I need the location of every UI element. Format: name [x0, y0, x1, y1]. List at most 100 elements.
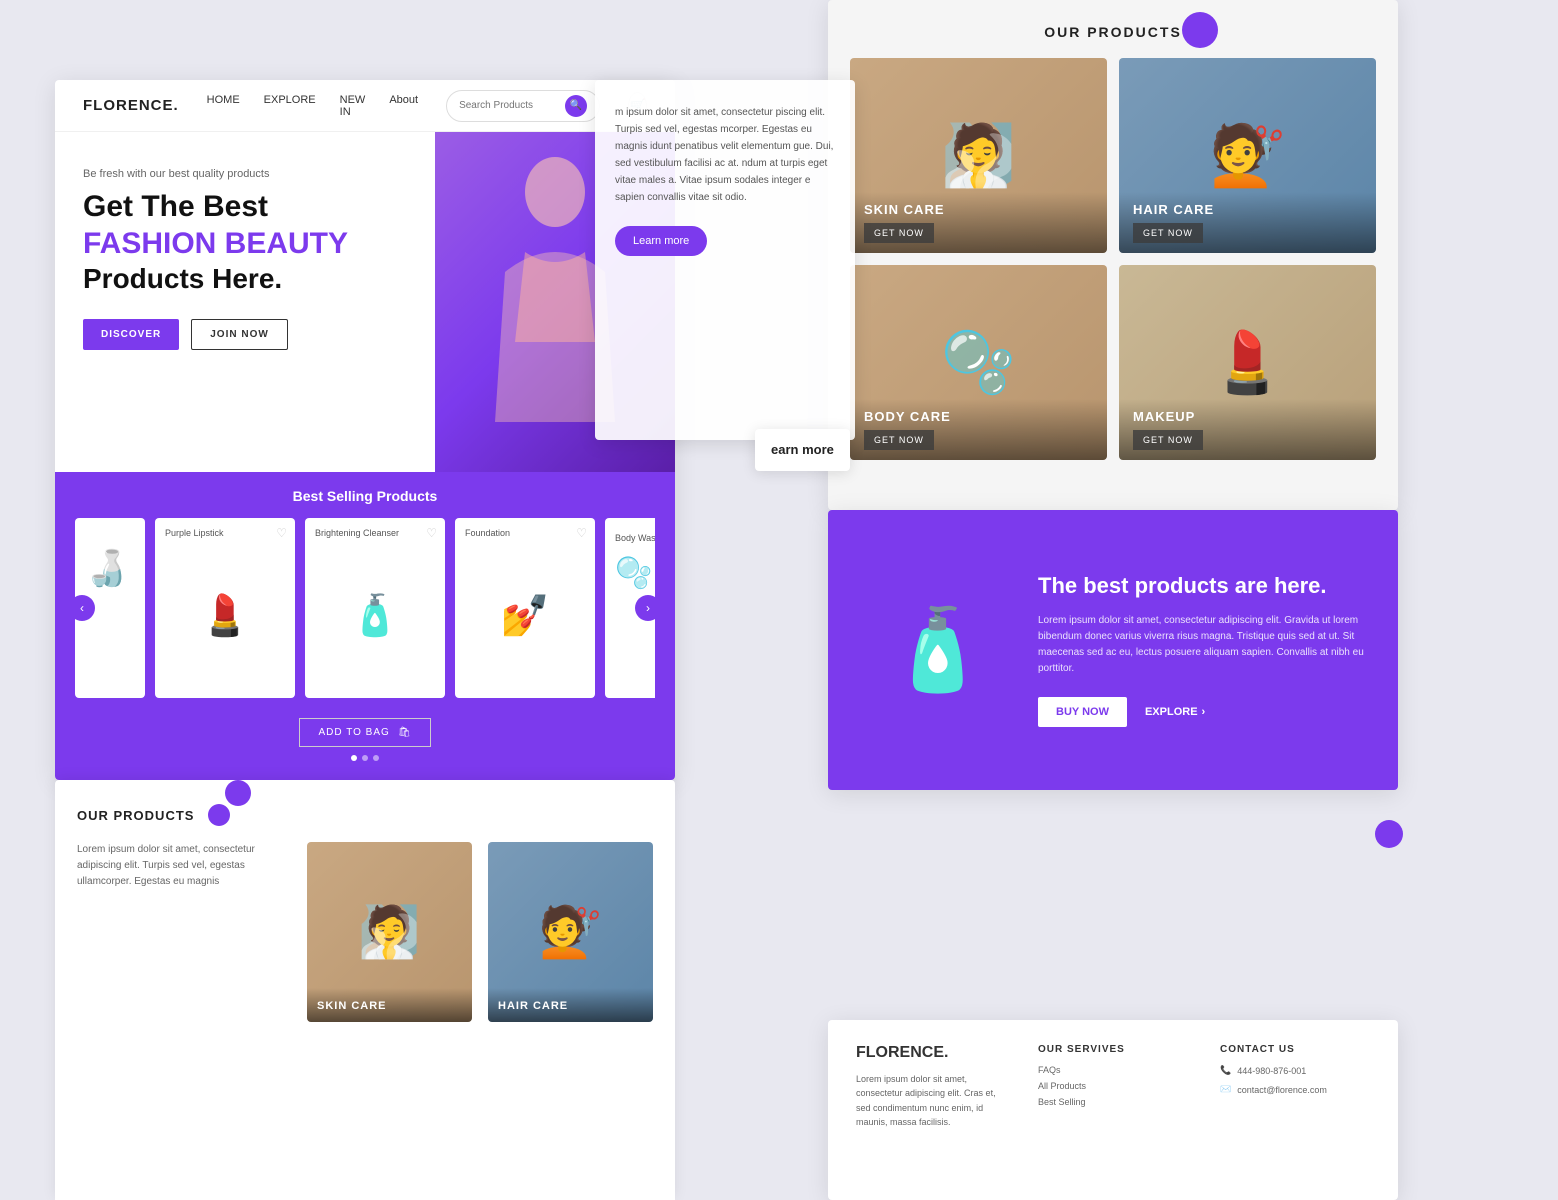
- hero-section: Be fresh with our best quality products …: [55, 132, 675, 472]
- products-next-arrow[interactable]: ›: [635, 595, 661, 621]
- promo-body: Lorem ipsum dolor sit amet, consectetur …: [1038, 613, 1374, 677]
- promo-bottle-image: 🧴: [828, 510, 1028, 790]
- hero-left: Be fresh with our best quality products …: [55, 132, 675, 472]
- foundation-label: Foundation: [465, 528, 510, 538]
- join-now-button[interactable]: JOIN NOW: [191, 319, 288, 350]
- promo-card: 🧴 The best products are here. Lorem ipsu…: [828, 510, 1398, 790]
- navbar: FLORENCE. HOME EXPLORE NEW IN About 🔍 🛒: [55, 80, 675, 132]
- footer-contact-title: CONTACT US: [1220, 1044, 1370, 1055]
- lipstick-image: 💄: [200, 542, 250, 688]
- footer-body-text: Lorem ipsum dolor sit amet, consectetur …: [856, 1072, 1006, 1130]
- add-to-bag-button[interactable]: ADD TO BAG 🛍: [299, 718, 430, 747]
- footer-brand-col: FLORENCE. Lorem ipsum dolor sit amet, co…: [856, 1044, 1006, 1176]
- bottom-haircare-card[interactable]: 💇 HAIR CARE: [488, 842, 653, 1022]
- skin-care-overlay: SKIN CARE GET NOW: [850, 192, 1107, 253]
- product-card-foundation: Foundation ♡ 💅: [455, 518, 595, 698]
- hero-title-3: Products Here.: [83, 264, 647, 295]
- snippet-body: m ipsum dolor sit amet, consectetur pisc…: [615, 104, 835, 206]
- search-icon[interactable]: 🔍: [565, 95, 587, 117]
- lipstick-heart-icon[interactable]: ♡: [276, 526, 287, 540]
- promo-buttons: BUY NOW EXPLORE ›: [1038, 697, 1374, 727]
- skin-care-label: SKIN CARE: [864, 202, 1093, 217]
- earn-more-text: earn more: [771, 442, 834, 457]
- footer-card: FLORENCE. Lorem ipsum dolor sit amet, co…: [828, 1020, 1398, 1200]
- hair-care-get-now[interactable]: GET NOW: [1133, 223, 1203, 243]
- makeup-label: MAKEUP: [1133, 409, 1362, 424]
- search-input[interactable]: [459, 100, 559, 111]
- footer-email: contact@florence.com: [1237, 1085, 1327, 1095]
- nav-links: HOME EXPLORE NEW IN About: [207, 94, 418, 118]
- cleanser-heart-icon[interactable]: ♡: [426, 526, 437, 540]
- dot-1: [351, 755, 357, 761]
- footer-link-faqs[interactable]: FAQs: [1038, 1065, 1188, 1075]
- nav-explore[interactable]: EXPLORE: [264, 94, 316, 118]
- hero-subtitle: Be fresh with our best quality products: [83, 168, 647, 180]
- footer-contact-col: CONTACT US 📞 444-980-876-001 ✉️ contact@…: [1220, 1044, 1370, 1176]
- products-section-title: OUR PRODUCTS: [850, 24, 1376, 40]
- bottom-products-label: OUR PRODUCTS: [77, 808, 194, 823]
- bottom-body-text: Lorem ipsum dolor sit amet, consectetur …: [77, 842, 291, 890]
- bottom-text-col: Lorem ipsum dolor sit amet, consectetur …: [77, 842, 291, 1022]
- nav-home[interactable]: HOME: [207, 94, 240, 118]
- foundation-heart-icon[interactable]: ♡: [576, 526, 587, 540]
- lipstick-label: Purple Lipstick: [165, 528, 224, 538]
- buy-now-button[interactable]: BUY NOW: [1038, 697, 1127, 727]
- cleanser-label: Brightening Cleanser: [315, 528, 399, 538]
- bottom-skincare-overlay: SKIN CARE: [307, 988, 472, 1022]
- best-selling-title: Best Selling Products: [75, 488, 655, 504]
- body-care-get-now[interactable]: GET NOW: [864, 430, 934, 450]
- hair-care-overlay: HAIR CARE GET NOW: [1119, 192, 1376, 253]
- promo-text-area: The best products are here. Lorem ipsum …: [1028, 545, 1398, 755]
- category-card-bodycare[interactable]: 🫧 BODY CARE GET NOW: [850, 265, 1107, 460]
- product-card-lipstick: Purple Lipstick ♡ 💄: [155, 518, 295, 698]
- makeup-overlay: MAKEUP GET NOW: [1119, 399, 1376, 460]
- bottom-header-row: OUR PRODUCTS: [77, 804, 653, 826]
- promo-title: The best products are here.: [1038, 573, 1374, 599]
- phone-icon: 📞: [1220, 1065, 1231, 1076]
- category-card-skincare[interactable]: 🧖 SKIN CARE GET NOW: [850, 58, 1107, 253]
- products-prev-arrow[interactable]: ‹: [69, 595, 95, 621]
- hair-care-label: HAIR CARE: [1133, 202, 1362, 217]
- explore-button[interactable]: EXPLORE ›: [1145, 706, 1205, 718]
- footer-link-bestselling[interactable]: Best Selling: [1038, 1097, 1188, 1107]
- accent-dot-right: [1375, 820, 1403, 848]
- discover-button[interactable]: DISCOVER: [83, 319, 179, 350]
- footer-phone: 444-980-876-001: [1237, 1066, 1306, 1076]
- body-care-label: BODY CARE: [864, 409, 1093, 424]
- nav-new-in[interactable]: NEW IN: [340, 94, 366, 118]
- bottom-skincare-card[interactable]: 🧖 SKIN CARE: [307, 842, 472, 1022]
- nav-about[interactable]: About: [389, 94, 418, 118]
- scroll-dots: [75, 755, 655, 761]
- category-card-makeup[interactable]: 💄 MAKEUP GET NOW: [1119, 265, 1376, 460]
- bottom-skincare-label: SKIN CARE: [317, 1000, 387, 1012]
- dot-3: [373, 755, 379, 761]
- cleanser-image: 🧴: [350, 542, 400, 688]
- body-care-overlay: BODY CARE GET NOW: [850, 399, 1107, 460]
- accent-dot-top: [1182, 12, 1218, 48]
- logo: FLORENCE.: [83, 97, 179, 114]
- learn-more-button[interactable]: Learn more: [615, 226, 707, 256]
- earn-more-badge: earn more: [755, 429, 850, 471]
- accent-dot-mid: [225, 780, 251, 806]
- bag-icon: 🛍: [398, 727, 412, 738]
- foundation-image: 💅: [500, 542, 550, 688]
- hero-title-2: FASHION BEAUTY: [83, 227, 647, 260]
- dot-2: [362, 755, 368, 761]
- bottom-products-card: OUR PRODUCTS Lorem ipsum dolor sit amet,…: [55, 780, 675, 1200]
- bottom-purple-dot: [208, 804, 230, 826]
- footer-logo: FLORENCE.: [856, 1044, 1006, 1062]
- hero-title-1: Get The Best: [83, 190, 647, 223]
- product-card-cleanser: Brightening Cleanser ♡ 🧴: [305, 518, 445, 698]
- footer-link-products[interactable]: All Products: [1038, 1081, 1188, 1091]
- footer-services-col: OUR SERVIVES FAQs All Products Best Sell…: [1038, 1044, 1188, 1176]
- footer-email-row: ✉️ contact@florence.com: [1220, 1084, 1370, 1095]
- skin-care-get-now[interactable]: GET NOW: [864, 223, 934, 243]
- text-snippet-card: m ipsum dolor sit amet, consectetur pisc…: [595, 80, 855, 440]
- category-card-haircare[interactable]: 💇 HAIR CARE GET NOW: [1119, 58, 1376, 253]
- search-bar[interactable]: 🔍: [446, 90, 600, 122]
- bottom-haircare-overlay: HAIR CARE: [488, 988, 653, 1022]
- best-selling-section: Best Selling Products ‹ 🍶 Purple Lipstic…: [55, 472, 675, 780]
- bottom-haircare-label: HAIR CARE: [498, 1000, 568, 1012]
- footer-phone-row: 📞 444-980-876-001: [1220, 1065, 1370, 1076]
- makeup-get-now[interactable]: GET NOW: [1133, 430, 1203, 450]
